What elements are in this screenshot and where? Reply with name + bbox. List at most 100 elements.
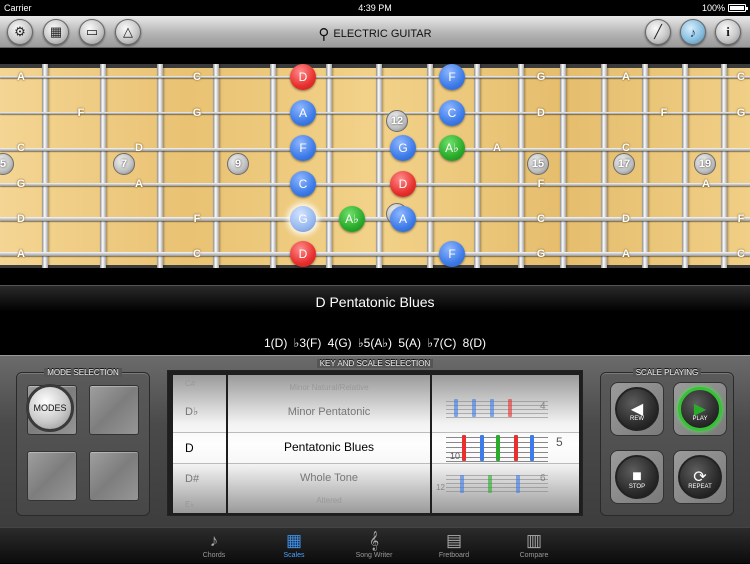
note-label: A (622, 248, 630, 260)
scale-note-dot[interactable]: A♭ (439, 135, 465, 161)
note-label: C (737, 248, 745, 260)
note-label: C (17, 142, 25, 154)
note-label: G (536, 248, 546, 260)
fretboard-bottom-edge (0, 265, 750, 268)
toolbar: ⚙ ▦ ▭ △ ⚲ ELECTRIC GUITAR ╱ ♪ i (0, 16, 750, 48)
fret-marker: 9 (227, 153, 249, 175)
tab-staff (446, 401, 548, 418)
battery-percent: 100% (701, 3, 725, 13)
instrument-title: ⚲ ELECTRIC GUITAR (0, 25, 750, 43)
key-option-selected[interactable]: D (173, 441, 226, 455)
scale-note-dot[interactable]: C (439, 100, 465, 126)
note-number: 6 (540, 473, 546, 484)
notation-picker-column[interactable]: 4 10 5 12 6 (432, 375, 579, 513)
tab-label: Scales (283, 552, 305, 559)
mode-slot[interactable] (27, 451, 77, 501)
modes-button[interactable]: MODES (26, 384, 74, 432)
treble-clef-icon: 𝄞 (368, 531, 380, 550)
fretboard[interactable]: A C G A C F G D F G C D A C G A F A D F … (0, 64, 750, 268)
scale-note-dot[interactable]: D (290, 64, 316, 90)
staff-note (462, 435, 466, 461)
fret-marker: 19 (694, 153, 716, 175)
scales-icon: ▦ (285, 531, 303, 550)
scale-note-dot[interactable]: D (290, 241, 316, 267)
mode-slot[interactable] (89, 385, 139, 435)
scale-option-selected[interactable]: Pentatonic Blues (228, 440, 430, 454)
staff-note (490, 399, 494, 417)
scale-note-dot[interactable]: F (290, 135, 316, 161)
tab-compare[interactable]: ▥ Compare (494, 528, 574, 564)
mode-slot[interactable] (89, 451, 139, 501)
scale-note-dot[interactable]: D (390, 171, 416, 197)
note-label: F (737, 213, 745, 225)
key-option[interactable]: E♭ (173, 500, 226, 509)
note-label: C (193, 71, 201, 83)
staff-note (508, 399, 512, 417)
compare-icon: ▥ (525, 531, 543, 550)
scale-picker-column[interactable]: Minor Natural/Relative Minor Pentatonic … (228, 375, 430, 513)
note-label: C (537, 213, 545, 225)
key-option[interactable]: D♭ (173, 405, 226, 418)
play-button[interactable]: ▶ PLAY (673, 382, 727, 436)
key-picker-column[interactable]: C# D♭ D D# E♭ (173, 375, 226, 513)
mode-selection-label: MODE SELECTION (17, 368, 149, 377)
scale-option[interactable]: Altered (228, 496, 430, 505)
info-button[interactable]: i (715, 19, 741, 45)
scale-option[interactable]: Minor Pentatonic (228, 406, 430, 418)
note-label: G (536, 71, 546, 83)
fret-marker: 15 (527, 153, 549, 175)
info-icon: i (726, 24, 730, 39)
key-scale-selection-label: KEY AND SCALE SELECTION (0, 359, 750, 368)
scale-option[interactable]: Minor Natural/Relative (228, 383, 430, 392)
guitar-icon: ⚲ (318, 26, 330, 43)
fret-number: 10 (450, 451, 461, 461)
staff-note (460, 475, 464, 493)
note-button[interactable]: ♪ (680, 19, 706, 45)
repeat-button[interactable]: ⟳ REPEAT (673, 450, 727, 504)
tab-label: Chords (202, 552, 226, 559)
note-icon: ♪ (689, 24, 697, 40)
play-label: PLAY (692, 416, 708, 422)
tab-bar: ♪ Chords ▦ Scales 𝄞 Song Writer ▤ Fretboard … (0, 527, 750, 563)
scale-note-dot[interactable]: C (290, 171, 316, 197)
fret-marker: 12 (386, 110, 408, 132)
stop-button[interactable]: ■ STOP (610, 450, 664, 504)
note-number: 4 (540, 401, 546, 412)
note-label: C (737, 71, 745, 83)
note-label: D (622, 213, 630, 225)
note-label: A (135, 178, 143, 190)
instrument-title-text: ELECTRIC GUITAR (333, 28, 432, 40)
key-option[interactable]: C# (173, 379, 226, 388)
scale-note-dot[interactable]: A♭ (339, 206, 365, 232)
note-label: A (17, 71, 25, 83)
tab-song-writer[interactable]: 𝄞 Song Writer (334, 528, 414, 564)
fretboard-top-edge (0, 64, 750, 68)
scale-note-dot[interactable]: F (439, 64, 465, 90)
guitar-icon: ♪ (209, 531, 219, 550)
scale-option[interactable]: Whole Tone (228, 472, 430, 484)
scale-playing-label: SCALE PLAYING (601, 368, 733, 377)
tab-fretboard[interactable]: ▤ Fretboard (414, 528, 494, 564)
tab-label: Song Writer (355, 552, 393, 559)
tab-scales[interactable]: ▦ Scales (254, 528, 334, 564)
scale-note-dot-selected[interactable]: G (290, 206, 316, 232)
scale-note-dot[interactable]: F (439, 241, 465, 267)
note-label: A (493, 142, 501, 154)
scale-note-dot[interactable]: G (390, 135, 416, 161)
repeat-icon: ⟳ (678, 455, 722, 499)
scale-note-dot[interactable]: A (290, 100, 316, 126)
key-scale-picker[interactable]: C# D♭ D D# E♭ Minor Natural/Relative Min… (167, 370, 583, 516)
fret-marker: 17 (613, 153, 635, 175)
repeat-label: REPEAT (688, 484, 712, 490)
note-label: G (736, 107, 746, 119)
note-label: A (17, 248, 25, 260)
pick-button[interactable]: ╱ (645, 19, 671, 45)
note-label: D (537, 107, 545, 119)
fret-marker: 7 (113, 153, 135, 175)
rewind-button[interactable]: ◀ REW (610, 382, 664, 436)
note-label: C (193, 248, 201, 260)
key-option[interactable]: D# (173, 473, 226, 485)
scale-note-dot[interactable]: A (390, 206, 416, 232)
tab-chords[interactable]: ♪ Chords (174, 528, 254, 564)
scale-name: D Pentatonic Blues (315, 294, 435, 310)
